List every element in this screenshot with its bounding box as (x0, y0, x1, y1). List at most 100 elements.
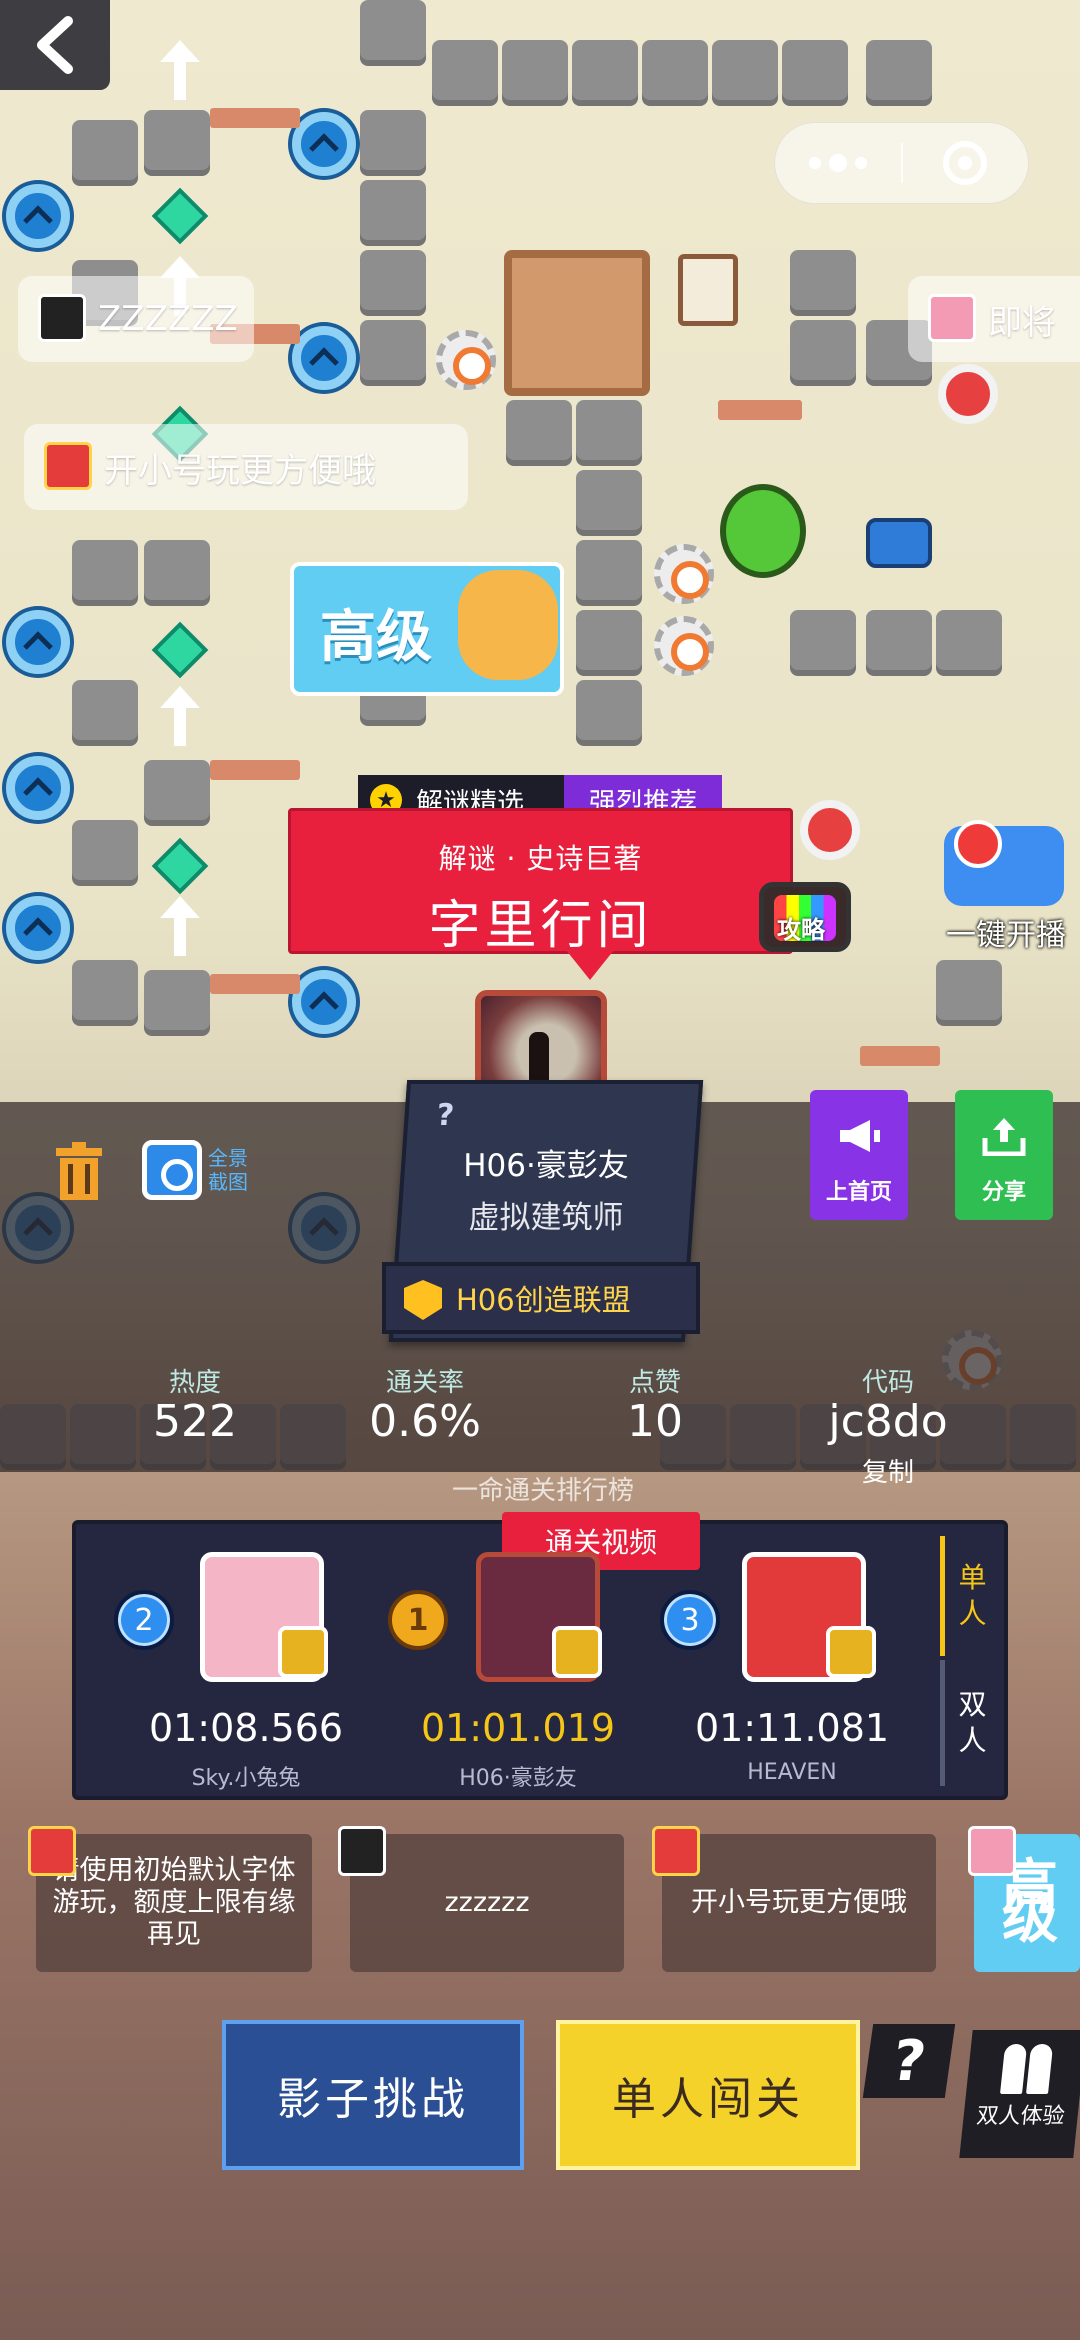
mode-char: 人 (958, 1597, 987, 1630)
stat-likes-label: 点赞 (628, 1368, 681, 1398)
mode-single-tab[interactable]: 单 人 (940, 1536, 1000, 1656)
cactus-block (720, 484, 806, 578)
go-live-button[interactable]: 一键开播 (932, 820, 1080, 960)
homepage-button[interactable]: 上首页 (810, 1090, 908, 1220)
duo-trial-button[interactable]: 双人体验 (959, 2030, 1080, 2158)
player-time: 01:11.081 (694, 1706, 890, 1750)
help-button[interactable]: ? (862, 2024, 956, 2098)
user-avatar (968, 1826, 1016, 1876)
danmaku-text: 开小号玩更方便哦 (104, 450, 376, 491)
stone-tile (790, 250, 856, 316)
guild-shield-icon (404, 1280, 442, 1320)
stone-tile (572, 40, 638, 106)
trash-button[interactable] (52, 1140, 106, 1202)
comment-card: zzzzzz (350, 1834, 624, 1972)
stone-tile (360, 180, 426, 246)
advanced-badge: 高级 (290, 562, 564, 696)
go-live-label: 一键开播 (946, 918, 1066, 953)
comment-text: 高级 (1002, 1854, 1058, 1951)
mode-char: 单 (958, 1561, 987, 1594)
duo-trial-label: 双人体验 (975, 2104, 1066, 2129)
help-label: ? (888, 2028, 930, 2094)
share-label: 分享 (981, 1180, 1026, 1205)
banner-pointer (566, 950, 614, 980)
stone-tile (144, 970, 210, 1036)
gem-icon (151, 187, 209, 245)
stat-likes-value: 10 (627, 1396, 683, 1447)
fire-icon (954, 820, 1002, 868)
copy-code-button[interactable]: 复制 (858, 1452, 918, 1489)
stat-clear-rate-label: 通关率 (385, 1368, 464, 1398)
comment-card: 开小号玩更方便哦 (662, 1834, 936, 1972)
user-avatar (38, 294, 86, 342)
rank-badge: 2 (114, 1590, 174, 1650)
stone-tile (360, 320, 426, 386)
level-subtitle: 解谜 · 史诗巨著 (438, 842, 643, 875)
gear-icon (436, 330, 496, 390)
up-arrow-icon (160, 686, 200, 746)
play-block (938, 364, 998, 424)
comment-text: 请使用初始默认字体游玩，额度上限有缘再见 (52, 1855, 296, 1950)
author-title: 虚拟建筑师 (468, 1200, 624, 1236)
wood-plank (210, 974, 300, 994)
gem-icon (151, 837, 209, 895)
solo-play-button[interactable]: 单人闯关 (556, 2020, 860, 2170)
stone-tile (576, 470, 642, 536)
advanced-badge-label: 高级 (320, 605, 432, 670)
stone-tile (72, 680, 138, 746)
danmaku-bubble: 开小号玩更方便哦 (24, 424, 468, 510)
panorama-screenshot-button[interactable] (142, 1140, 202, 1200)
stone-tile (72, 820, 138, 886)
stone-tile (576, 400, 642, 466)
trophy-icon (552, 1626, 602, 1678)
mode-double-tab[interactable]: 双 人 (940, 1660, 1000, 1786)
trophy-icon (278, 1626, 328, 1678)
stone-tile (576, 540, 642, 606)
one-life-leaderboard-link[interactable]: 一命通关排行榜 (438, 1470, 648, 1507)
shadow-challenge-button[interactable]: 影子挑战 (222, 2020, 524, 2170)
stone-tile (432, 40, 498, 106)
gear-icon (654, 544, 714, 604)
strategy-button[interactable]: 攻略 (755, 862, 855, 957)
wooden-crate (504, 250, 650, 396)
gear-icon (654, 616, 714, 676)
mode-char: 双 (958, 1688, 987, 1721)
player-time: 01:08.566 (148, 1706, 344, 1750)
stone-tile (502, 40, 568, 106)
bounce-ring (6, 896, 70, 960)
stat-code-label: 代码 (861, 1368, 914, 1398)
user-avatar (28, 1826, 76, 1876)
author-name: H06·豪彭友 (463, 1148, 629, 1184)
dog-face-icon (458, 570, 558, 680)
share-button[interactable]: 分享 (955, 1090, 1053, 1220)
rank-badge: 3 (660, 1590, 720, 1650)
stone-tile (144, 540, 210, 606)
homepage-label: 上首页 (825, 1180, 892, 1205)
trophy-icon (826, 1626, 876, 1678)
guild-tag[interactable]: H06创造联盟 (382, 1262, 700, 1334)
player-name: HEAVEN (747, 1760, 837, 1785)
user-avatar (928, 294, 976, 342)
stone-tile (642, 40, 708, 106)
back-button[interactable] (0, 0, 110, 90)
up-arrow-icon (160, 40, 200, 100)
rank-number: 1 (407, 1602, 429, 1638)
more-dots-icon[interactable] (775, 123, 901, 203)
stone-tile (712, 40, 778, 106)
bounce-ring (292, 326, 356, 390)
panorama-label: 全景截图 (208, 1146, 248, 1194)
stone-tile (936, 610, 1002, 676)
shadow-challenge-label: 影子挑战 (277, 2074, 469, 2125)
rank-number: 2 (134, 1602, 154, 1638)
stone-tile (790, 610, 856, 676)
stat-clear-rate-value: 0.6% (369, 1396, 481, 1447)
level-title-banner: 解谜 · 史诗巨著 字里行间 (288, 808, 793, 956)
target-close-icon[interactable] (903, 123, 1028, 203)
stat-heat-label: 热度 (168, 1368, 221, 1398)
bounce-ring (6, 610, 70, 674)
user-avatar (338, 1826, 386, 1876)
bounce-ring (6, 184, 70, 248)
signboard (678, 254, 738, 326)
stone-tile (360, 250, 426, 316)
danmaku-bubble: ZZZZZZ (18, 276, 254, 362)
